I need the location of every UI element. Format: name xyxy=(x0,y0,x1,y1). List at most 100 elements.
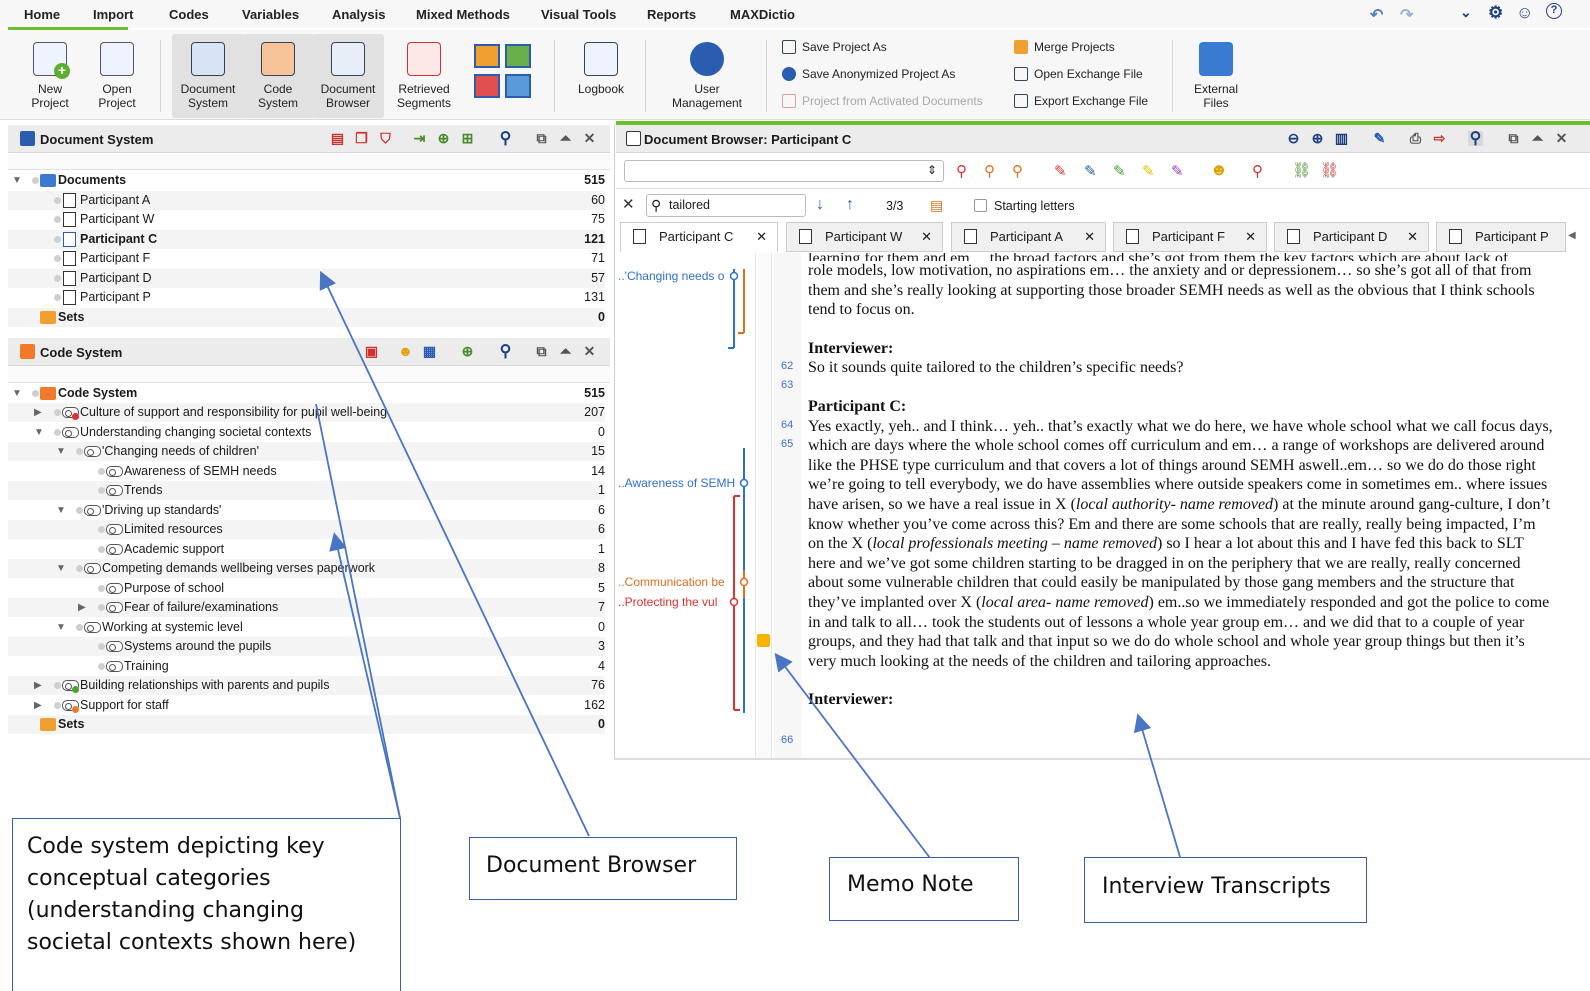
unlink-icon[interactable]: ⛓ xyxy=(1320,161,1339,179)
menu-visual-tools[interactable]: Visual Tools xyxy=(541,7,616,22)
code-system-button[interactable]: Code System xyxy=(242,34,314,118)
new-code-icon[interactable]: ⊕ xyxy=(460,344,475,359)
code-multi-icon[interactable]: ⚲ xyxy=(1012,162,1023,180)
copy-icon[interactable]: ❐ xyxy=(354,131,369,146)
tab-participant-c[interactable]: Participant C ✕ xyxy=(620,222,778,252)
code-new-icon[interactable]: ⚲ xyxy=(984,162,995,180)
save-project-as-button[interactable]: Save Project As xyxy=(782,38,887,56)
code-item[interactable]: Academic support 1 xyxy=(8,540,605,559)
new-document-icon[interactable]: ⊕ xyxy=(436,131,451,146)
close-tab-icon[interactable]: ✕ xyxy=(921,223,932,251)
code-item[interactable]: Limited resources 6 xyxy=(8,520,605,539)
expand-triangle-icon[interactable]: ▼ xyxy=(56,501,66,520)
undock-icon[interactable]: ⧉ xyxy=(1506,131,1521,146)
retrieved-segments-button[interactable]: Retrieved Segments xyxy=(388,34,460,118)
filter-icon[interactable]: ⛉ xyxy=(378,131,393,146)
close-tab-icon[interactable]: ✕ xyxy=(1084,223,1095,251)
merge-projects-button[interactable]: Merge Projects xyxy=(1014,38,1115,56)
export-exchange-button[interactable]: Export Exchange File xyxy=(1014,92,1148,110)
tree-item-document[interactable]: Participant A 60 xyxy=(8,191,605,210)
undock-icon[interactable]: ⧉ xyxy=(534,131,549,146)
menu-mixed-methods[interactable]: Mixed Methods xyxy=(416,7,510,22)
menu-maxdictio[interactable]: MAXDictio xyxy=(730,7,795,22)
code-dropdown[interactable]: ⇕ xyxy=(624,160,944,182)
code-documents-icon[interactable]: ▤ xyxy=(330,131,345,146)
link-icon[interactable]: ⛓ xyxy=(1292,161,1311,179)
tab-participant-p[interactable]: Participant P xyxy=(1436,222,1566,252)
export-icon[interactable]: ⇨ xyxy=(1432,131,1447,146)
code-item[interactable]: Awareness of SEMH needs 14 xyxy=(8,462,605,481)
zoom-percent-icon[interactable]: ▥ xyxy=(1334,131,1349,146)
zoom-in-icon[interactable]: ⊕ xyxy=(1310,131,1325,146)
logbook-button[interactable]: Logbook xyxy=(565,34,637,118)
emoticode-icon[interactable]: ☻ xyxy=(398,344,413,359)
menu-variables[interactable]: Variables xyxy=(242,7,299,22)
redo-icon[interactable]: ↷ xyxy=(1400,5,1413,25)
external-files-button[interactable]: External Files xyxy=(1180,34,1252,118)
print-icon[interactable]: ⎙ xyxy=(1408,131,1423,146)
menu-home[interactable]: Home xyxy=(24,7,60,22)
tab-scroll-left-icon[interactable]: ◀ xyxy=(1568,230,1576,241)
expand-triangle-icon[interactable]: ▼ xyxy=(56,442,66,461)
zoom-out-icon[interactable]: ⊖ xyxy=(1286,131,1301,146)
tree-item-documents[interactable]: ▼ Documents 515 xyxy=(8,171,605,190)
close-icon[interactable]: ✕ xyxy=(582,131,597,146)
code-filter-icon[interactable]: ▣ xyxy=(364,344,379,359)
starting-letters-checkbox[interactable] xyxy=(974,199,987,212)
search-next-icon[interactable]: ↓ xyxy=(816,196,824,214)
import-icon[interactable]: ⇥ xyxy=(412,131,427,146)
close-icon[interactable]: ✕ xyxy=(1554,131,1569,146)
collapsed-triangle-icon[interactable]: ▶ xyxy=(34,696,42,715)
table-icon[interactable]: ▦ xyxy=(422,344,437,359)
expand-triangle-icon[interactable]: ▼ xyxy=(12,171,22,190)
search-icon[interactable]: ⚲ xyxy=(498,131,513,147)
new-project-button[interactable]: + New Project xyxy=(14,34,86,118)
project-from-activated-button[interactable]: Project from Activated Documents xyxy=(782,92,983,110)
code-item[interactable]: ▼ 'Changing needs of children' 15 xyxy=(8,442,605,461)
edit-icon[interactable]: ✎ xyxy=(1372,131,1387,146)
code-item[interactable]: ▼ Understanding changing societal context… xyxy=(8,423,605,442)
expand-triangle-icon[interactable]: ▼ xyxy=(12,384,22,403)
document-browser-button[interactable]: Document Browser xyxy=(312,34,384,118)
tree-item-document[interactable]: Participant W 75 xyxy=(8,210,605,229)
expand-triangle-icon[interactable]: ▼ xyxy=(34,423,44,442)
open-exchange-button[interactable]: Open Exchange File xyxy=(1014,65,1143,83)
tree-item-sets[interactable]: Sets 0 xyxy=(8,715,605,734)
close-search-icon[interactable]: ✕ xyxy=(622,195,635,213)
user-management-button[interactable]: User Management xyxy=(664,34,750,118)
maximize-icon[interactable]: ⏶ xyxy=(1530,131,1545,146)
code-item[interactable]: ▼ 'Driving up standards' 6 xyxy=(8,501,605,520)
code-pin-icon[interactable]: ⚲ xyxy=(956,162,967,180)
tree-item-document-selected[interactable]: Participant C 121 xyxy=(8,230,605,249)
highlighter-yellow-icon[interactable]: ✎ xyxy=(1142,162,1155,180)
save-anonymized-button[interactable]: Save Anonymized Project As xyxy=(782,65,955,83)
code-item[interactable]: ▼ Competing demands wellbeing verses pape… xyxy=(8,559,605,578)
gear-icon[interactable]: ⚙ xyxy=(1488,3,1503,23)
menu-import[interactable]: Import xyxy=(93,7,133,22)
search-previous-icon[interactable]: ↑ xyxy=(846,196,854,214)
highlighter-red-icon[interactable]: ✎ xyxy=(1054,162,1067,180)
code-item[interactable]: Trends 1 xyxy=(8,481,605,500)
chevron-down-icon[interactable]: ⌄ xyxy=(1460,4,1472,21)
collapsed-triangle-icon[interactable]: ▶ xyxy=(34,403,42,422)
tree-item-document[interactable]: Participant D 57 xyxy=(8,269,605,288)
close-tab-icon[interactable]: ✕ xyxy=(756,223,767,251)
layout-grid-icon[interactable] xyxy=(474,44,534,100)
close-icon[interactable]: ✕ xyxy=(582,344,597,359)
highlighter-blue-icon[interactable]: ✎ xyxy=(1084,162,1097,180)
open-project-button[interactable]: Open Project xyxy=(81,34,153,118)
memo-note-icon[interactable] xyxy=(757,634,770,647)
transcript-viewport[interactable]: learning for them and em… the broad fact… xyxy=(804,253,1564,760)
tab-participant-f[interactable]: Participant F ✕ xyxy=(1113,222,1267,252)
collapsed-triangle-icon[interactable]: ▶ xyxy=(78,598,86,617)
code-item[interactable]: ▶ Fear of failure/examinations 7 xyxy=(8,598,605,617)
maximize-icon[interactable]: ⏶ xyxy=(558,131,573,146)
collapsed-triangle-icon[interactable]: ▶ xyxy=(34,676,42,695)
code-item[interactable]: Training 4 xyxy=(8,657,605,676)
new-folder-icon[interactable]: ⊞ xyxy=(460,131,475,146)
code-item[interactable]: Purpose of school 5 xyxy=(8,579,605,598)
expand-triangle-icon[interactable]: ▼ xyxy=(56,559,66,578)
search-options-icon[interactable]: ▤ xyxy=(930,197,943,214)
close-tab-icon[interactable]: ✕ xyxy=(1407,223,1418,251)
highlighter-purple-icon[interactable]: ✎ xyxy=(1171,162,1184,180)
